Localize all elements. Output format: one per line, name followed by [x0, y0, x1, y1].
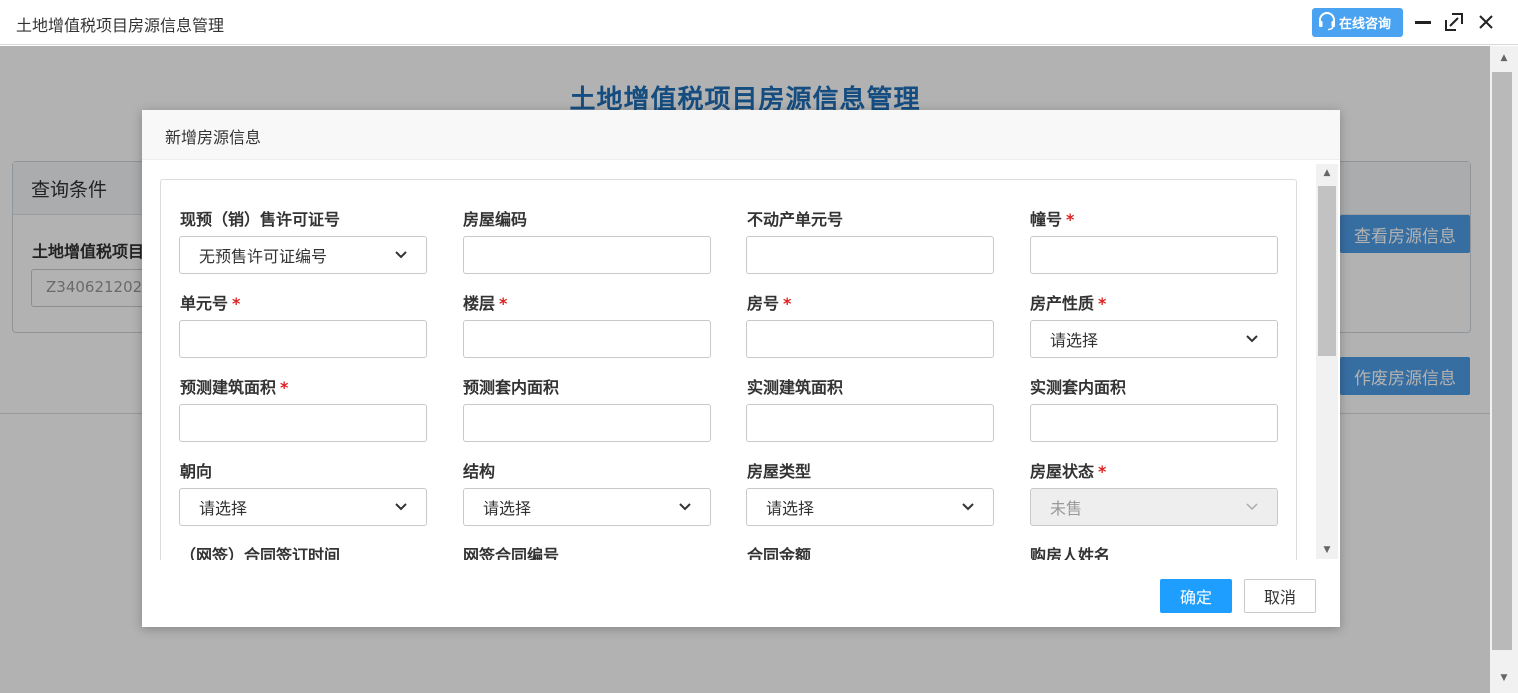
required-mark: *	[1098, 294, 1107, 313]
online-consult-label: 在线咨询	[1339, 17, 1392, 32]
chevron-down-icon	[679, 503, 691, 511]
chevron-down-icon	[395, 503, 407, 511]
field-label: 朝向	[180, 462, 213, 481]
field-label: 预测套内面积	[463, 378, 560, 397]
field-label: 楼层 *	[463, 294, 508, 313]
modal-body: 现预（销）售许可证号 无预售许可证编号 房屋编码 不动产单元号 幢号 * 单元号 *…	[142, 160, 1340, 560]
scroll-up-icon[interactable]: ▲	[1490, 46, 1518, 70]
online-consult-button[interactable]: 在线咨询	[1312, 8, 1403, 37]
window-title: 土地增值税项目房源信息管理	[16, 16, 225, 35]
measured-inner-area-input[interactable]	[1030, 404, 1278, 442]
unit-number-input[interactable]	[179, 320, 427, 358]
house-type-value: 请选择	[766, 499, 815, 518]
chevron-down-icon	[1246, 503, 1258, 511]
house-status-value: 未售	[1050, 499, 1083, 518]
house-type-select[interactable]: 请选择	[746, 488, 994, 526]
field-label: 结构	[463, 462, 496, 481]
modal-scrollbar[interactable]: ▲ ▼	[1316, 164, 1338, 559]
required-mark: *	[1098, 462, 1107, 481]
window-titlebar: 土地增值税项目房源信息管理 在线咨询	[0, 0, 1518, 45]
field-label: 房号 *	[747, 294, 792, 313]
field-label: 不动产单元号	[747, 210, 844, 229]
floor-input[interactable]	[463, 320, 711, 358]
structure-select[interactable]: 请选择	[463, 488, 711, 526]
minimize-icon[interactable]	[1412, 11, 1434, 33]
cancel-button[interactable]: 取消	[1244, 579, 1316, 613]
field-label: 幢号 *	[1030, 210, 1075, 229]
predicted-inner-area-input[interactable]	[463, 404, 711, 442]
structure-value: 请选择	[483, 499, 532, 518]
field-label: 现预（销）售许可证号	[180, 210, 341, 229]
orientation-select[interactable]: 请选择	[179, 488, 427, 526]
maximize-icon[interactable]	[1443, 11, 1465, 33]
modal-scrollbar-thumb[interactable]	[1318, 186, 1336, 356]
property-unit-number-input[interactable]	[746, 236, 994, 274]
page-scrollbar[interactable]: ▲ ▼	[1490, 46, 1518, 693]
scroll-down-icon[interactable]: ▼	[1490, 666, 1518, 690]
house-status-select: 未售	[1030, 488, 1278, 526]
required-mark: *	[1066, 210, 1075, 229]
house-form: 现预（销）售许可证号 无预售许可证编号 房屋编码 不动产单元号 幢号 * 单元号 *…	[160, 179, 1297, 560]
chevron-down-icon	[1246, 335, 1258, 343]
field-label: 房产性质 *	[1030, 294, 1107, 313]
field-label: 预测建筑面积 *	[180, 378, 289, 397]
property-nature-value: 请选择	[1050, 331, 1099, 350]
field-label: （网签）合同签订时间	[180, 546, 341, 560]
confirm-button[interactable]: 确定	[1160, 579, 1232, 613]
presale-permit-value: 无预售许可证编号	[199, 247, 328, 266]
modal-scroll-up-icon[interactable]: ▲	[1316, 164, 1338, 182]
required-mark: *	[280, 378, 289, 397]
headset-icon	[1317, 11, 1337, 35]
property-nature-select[interactable]: 请选择	[1030, 320, 1278, 358]
presale-permit-select[interactable]: 无预售许可证编号	[179, 236, 427, 274]
field-label: 单元号 *	[180, 294, 241, 313]
field-label: 房屋类型	[747, 462, 812, 481]
room-number-input[interactable]	[746, 320, 994, 358]
house-code-input[interactable]	[463, 236, 711, 274]
modal-title: 新增房源信息	[142, 110, 1340, 160]
page-scrollbar-thumb[interactable]	[1492, 72, 1512, 650]
close-icon[interactable]	[1475, 11, 1497, 33]
chevron-down-icon	[962, 503, 974, 511]
required-mark: *	[783, 294, 792, 313]
field-label: 实测套内面积	[1030, 378, 1127, 397]
predicted-building-area-input[interactable]	[179, 404, 427, 442]
field-label: 房屋编码	[463, 210, 528, 229]
field-label: 合同金额	[747, 546, 812, 560]
measured-building-area-input[interactable]	[746, 404, 994, 442]
chevron-down-icon	[395, 251, 407, 259]
field-label: 房屋状态 *	[1030, 462, 1107, 481]
add-house-modal: 新增房源信息 现预（销）售许可证号 无预售许可证编号 房屋编码 不动产单元号 幢…	[142, 110, 1340, 627]
required-mark: *	[232, 294, 241, 313]
field-label: 购房人姓名	[1030, 546, 1111, 560]
required-mark: *	[499, 294, 508, 313]
orientation-value: 请选择	[199, 499, 248, 518]
modal-scroll-down-icon[interactable]: ▼	[1316, 541, 1338, 559]
field-label: 网签合同编号	[463, 546, 560, 560]
field-label: 实测建筑面积	[747, 378, 844, 397]
building-number-input[interactable]	[1030, 236, 1278, 274]
